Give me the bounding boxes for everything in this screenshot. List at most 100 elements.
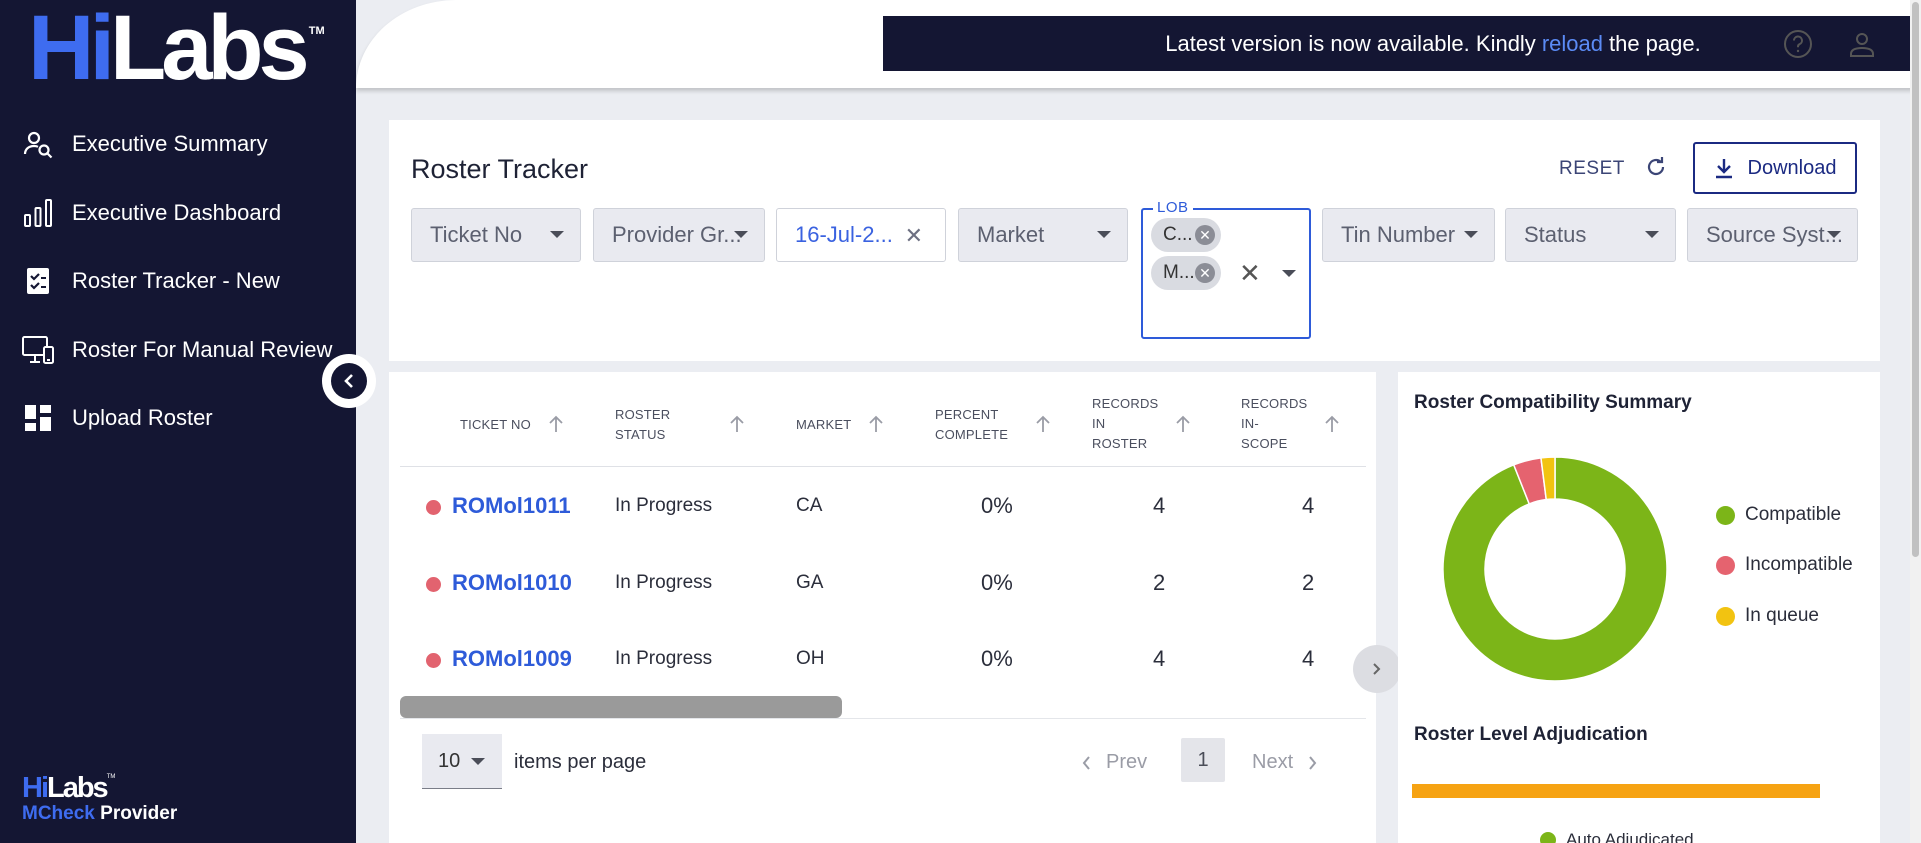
download-button[interactable]: Download bbox=[1693, 142, 1857, 194]
reload-link[interactable]: reload bbox=[1542, 31, 1603, 57]
footer-logo-labs: Labs bbox=[47, 772, 109, 804]
lob-chip[interactable]: M... ✕ bbox=[1151, 256, 1221, 290]
col-header-market[interactable]: MARKET bbox=[796, 415, 851, 435]
footer-mcheck: MCheck bbox=[22, 803, 95, 824]
col-header-label: TICKET NO bbox=[460, 417, 531, 432]
logo-tm: TM bbox=[308, 25, 325, 37]
bar-chart-icon bbox=[22, 197, 54, 229]
col-header-percent-complete[interactable]: PERCENT COMPLETE bbox=[935, 405, 1008, 445]
legend-incompatible: Incompatible bbox=[1716, 554, 1853, 576]
sidebar-collapse-button[interactable] bbox=[322, 354, 376, 408]
prev-label: Prev bbox=[1106, 751, 1148, 773]
status-dot bbox=[426, 500, 441, 515]
sort-arrow-up-icon[interactable] bbox=[1033, 412, 1053, 436]
footer-provider: Provider bbox=[100, 803, 178, 824]
date-filter[interactable]: 16-Jul-2... ✕ bbox=[776, 208, 946, 262]
market-cell: GA bbox=[796, 572, 824, 593]
col-header-roster-status[interactable]: ROSTER STATUS bbox=[615, 405, 670, 445]
source-system-filter[interactable]: Source Syst... bbox=[1687, 208, 1858, 262]
sort-arrow-up-icon[interactable] bbox=[727, 412, 747, 436]
status-filter[interactable]: Status bbox=[1505, 208, 1676, 262]
provider-group-filter-label: Provider Gr... bbox=[612, 222, 742, 247]
refresh-icon[interactable] bbox=[1641, 152, 1671, 182]
market-filter[interactable]: Market bbox=[958, 208, 1128, 262]
legend-swatch bbox=[1540, 832, 1556, 843]
chevron-down-icon[interactable] bbox=[1282, 270, 1296, 277]
records-in-roster-cell: 4 bbox=[1153, 646, 1166, 671]
page-scrollbar-thumb[interactable] bbox=[1912, 2, 1919, 557]
ticket-no-filter[interactable]: Ticket No bbox=[411, 208, 581, 262]
tin-number-filter-label: Tin Number bbox=[1341, 222, 1456, 247]
page-size-select[interactable]: 10 bbox=[422, 734, 502, 789]
page-title: Roster Tracker bbox=[411, 154, 589, 184]
sidebar-item-roster-manual-review[interactable]: Roster For Manual Review bbox=[0, 316, 356, 385]
lob-filter-label: LOB bbox=[1153, 199, 1193, 216]
chevron-right-icon bbox=[1307, 755, 1317, 770]
update-banner: Latest version is now available. Kindly … bbox=[883, 16, 1921, 71]
user-account-icon[interactable] bbox=[1846, 28, 1878, 60]
col-header-label: SCOPE bbox=[1241, 436, 1288, 451]
date-filter-value: 16-Jul-2... bbox=[795, 222, 893, 247]
market-cell: OH bbox=[796, 648, 825, 669]
sort-arrow-up-icon[interactable] bbox=[866, 412, 886, 436]
col-header-records-in-roster[interactable]: RECORDS IN ROSTER bbox=[1092, 394, 1158, 454]
records-in-roster-cell: 4 bbox=[1153, 493, 1166, 518]
footer-logo-tm: TM bbox=[106, 774, 116, 780]
legend-swatch bbox=[1716, 555, 1735, 575]
col-header-ticket-no[interactable]: TICKET NO bbox=[460, 415, 531, 435]
sidebar-item-executive-dashboard[interactable]: Executive Dashboard bbox=[0, 179, 356, 248]
percent-complete-cell: 0% bbox=[981, 646, 1013, 671]
pagination-divider bbox=[400, 718, 1366, 719]
col-header-label: IN bbox=[1092, 416, 1106, 431]
provider-group-filter[interactable]: Provider Gr... bbox=[593, 208, 765, 262]
roster-status-cell: In Progress bbox=[615, 648, 713, 669]
person-search-icon bbox=[22, 128, 54, 160]
sort-arrow-up-icon[interactable] bbox=[546, 412, 566, 436]
roster-summary-card: Roster Compatibility Summary Compatible … bbox=[1398, 372, 1880, 843]
current-page-button[interactable]: 1 bbox=[1181, 738, 1225, 782]
ticket-link[interactable]: ROMol1011 bbox=[452, 493, 571, 519]
sidebar-item-roster-tracker-new[interactable]: Roster Tracker - New bbox=[0, 247, 356, 316]
sidebar-item-label: Roster Tracker - New bbox=[72, 268, 280, 294]
chevron-down-icon bbox=[734, 231, 748, 238]
legend-label: Compatible bbox=[1745, 504, 1842, 525]
hilabs-logo: HiLabs TM bbox=[28, 2, 325, 94]
remove-chip-icon[interactable]: ✕ bbox=[1195, 263, 1215, 283]
sidebar-item-executive-summary[interactable]: Executive Summary bbox=[0, 110, 356, 179]
ticket-link[interactable]: ROMol1009 bbox=[452, 646, 572, 672]
footer-logo-hi: Hi bbox=[22, 772, 49, 804]
next-page-button[interactable]: Next bbox=[1252, 751, 1317, 774]
col-header-label: COMPLETE bbox=[935, 427, 1009, 442]
clear-date-icon[interactable]: ✕ bbox=[905, 223, 923, 249]
top-header: Latest version is now available. Kindly … bbox=[356, 0, 1921, 88]
reset-button[interactable]: RESET bbox=[1559, 158, 1625, 180]
sidebar-item-upload-roster[interactable]: Upload Roster bbox=[0, 384, 356, 453]
sidebar-item-label: Upload Roster bbox=[72, 405, 213, 431]
prev-page-button[interactable]: Prev bbox=[1082, 751, 1147, 774]
table-header-divider bbox=[400, 466, 1366, 467]
col-header-records-in-scope[interactable]: RECORDS IN- SCOPE bbox=[1241, 394, 1307, 454]
col-header-label: RECORDS bbox=[1241, 396, 1308, 411]
table-row: ROMol1011 In Progress CA 0% 4 4 bbox=[400, 469, 1366, 546]
sort-arrow-up-icon[interactable] bbox=[1173, 412, 1193, 436]
tin-number-filter[interactable]: Tin Number bbox=[1322, 208, 1495, 262]
chevron-down-icon bbox=[1097, 231, 1111, 238]
clear-lob-icon[interactable]: ✕ bbox=[1239, 258, 1261, 289]
compatibility-donut-chart bbox=[1442, 456, 1668, 682]
market-filter-label: Market bbox=[977, 222, 1045, 247]
table-horizontal-scrollbar[interactable] bbox=[400, 696, 842, 718]
chevron-right-icon[interactable] bbox=[1353, 645, 1401, 693]
remove-chip-icon[interactable]: ✕ bbox=[1195, 225, 1215, 245]
chevron-left-icon bbox=[331, 363, 367, 399]
ticket-link[interactable]: ROMol1010 bbox=[452, 570, 572, 596]
lob-chip[interactable]: C... ✕ bbox=[1151, 218, 1221, 252]
items-per-page-label: items per page bbox=[514, 751, 647, 773]
page-scrollbar[interactable] bbox=[1910, 0, 1921, 843]
chevron-down-icon bbox=[1645, 231, 1659, 238]
lob-filter[interactable]: LOB C... ✕ M... ✕ ✕ bbox=[1141, 199, 1311, 339]
lob-chip-label: C... bbox=[1163, 224, 1193, 245]
help-icon[interactable] bbox=[1782, 28, 1814, 60]
sidebar-item-label: Roster For Manual Review bbox=[72, 336, 333, 362]
sort-arrow-up-icon[interactable] bbox=[1322, 412, 1342, 436]
legend-label: Auto Adjudicated bbox=[1566, 830, 1694, 843]
